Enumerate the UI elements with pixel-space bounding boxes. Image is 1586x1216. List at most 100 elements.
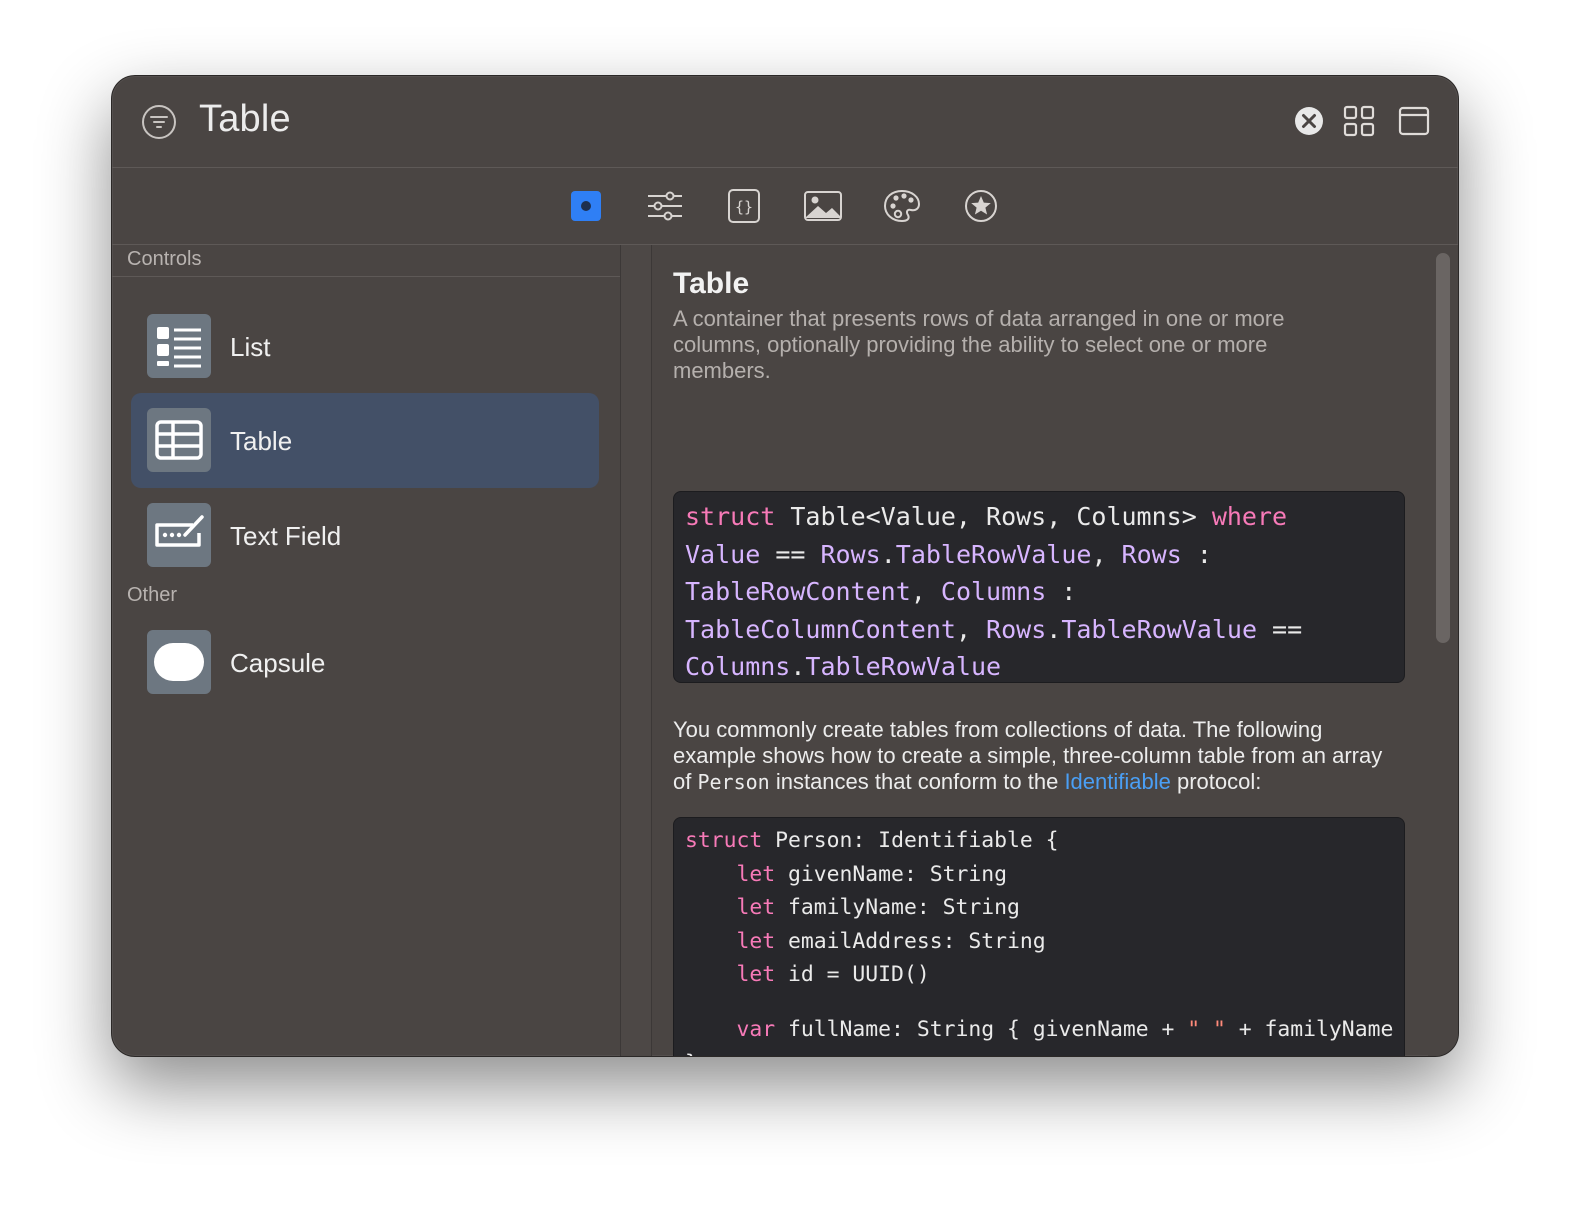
code-token: let — [736, 928, 776, 954]
table-icon — [147, 408, 211, 472]
code-token: Person: Identifiable { — [762, 828, 1059, 853]
code-line: let emailAddress: String — [685, 925, 1393, 959]
inline-code: Person — [697, 770, 770, 794]
code-line: Value == Rows.TableRowValue, Rows : — [685, 536, 1393, 574]
code-token: TableColumnContent — [685, 614, 956, 644]
code-token: TableRowValue — [805, 652, 1002, 682]
code-line: struct Table<Value, Rows, Columns> where — [685, 498, 1393, 536]
sidebar-item-label: Text Field — [230, 521, 342, 551]
code-token: . — [880, 539, 896, 569]
code-token: Table<Value, Rows, Columns> — [775, 502, 1212, 531]
detail-pane: Table A container that presents rows of … — [652, 245, 1458, 1056]
code-token: let — [736, 895, 776, 921]
code-line: } — [685, 1047, 1393, 1056]
palette-icon[interactable] — [881, 186, 923, 226]
section-title-controls: Controls — [127, 248, 202, 270]
code-line: let id = UUID() — [685, 958, 1393, 992]
identifiable-link[interactable]: Identifiable — [1064, 769, 1170, 794]
code-token: , — [910, 577, 941, 607]
title-bar: Table — [112, 76, 1458, 168]
code-token: Rows — [1121, 539, 1182, 569]
code-token: TableRowContent — [685, 577, 911, 607]
window-title: Table — [199, 98, 291, 140]
code-token: Value — [685, 539, 761, 569]
curly-braces-icon[interactable]: {} — [723, 186, 765, 226]
sidebar-item-label: List — [230, 332, 271, 362]
code-token: id = UUID() — [775, 962, 930, 988]
list-icon — [147, 314, 211, 378]
code-token: familyName: String — [775, 895, 1020, 921]
code-token: } — [685, 1051, 698, 1056]
body-text: instances that conform to the — [769, 769, 1065, 794]
code-token: Rows — [986, 614, 1047, 644]
example-code-block: struct Person: Identifiable { let givenN… — [673, 817, 1405, 1056]
code-token: emailAddress: String — [775, 928, 1046, 954]
code-line: var fullName: String { givenName + " " +… — [685, 1013, 1394, 1047]
textfield-icon — [147, 503, 211, 567]
code-token: == — [1257, 614, 1303, 644]
star-circle-icon[interactable] — [960, 186, 1002, 226]
sidebar-item-capsule[interactable]: Capsule — [131, 615, 599, 710]
sidebar-item-label: Table — [230, 426, 293, 456]
code-token: " " — [1187, 1017, 1226, 1043]
section-divider — [112, 276, 620, 277]
code-token: struct — [685, 502, 776, 531]
code-token: var — [736, 1017, 776, 1043]
code-token: struct — [685, 828, 763, 853]
sidebar-item-list[interactable]: List — [131, 299, 599, 394]
sidebar-item-table[interactable]: Table — [131, 393, 599, 488]
code-line: Columns.TableRowValue — [685, 648, 1393, 682]
code-token: : — [1046, 577, 1077, 607]
scrollbar[interactable] — [1428, 245, 1458, 1056]
code-token: Columns — [940, 577, 1047, 607]
svg-text:{}: {} — [735, 198, 753, 216]
code-token: givenName: String — [775, 861, 1007, 887]
code-token: , — [955, 614, 987, 644]
code-token: , — [1091, 539, 1122, 569]
doc-title: Table — [673, 267, 750, 300]
code-line: let familyName: String — [685, 891, 1393, 925]
code-token: == — [760, 539, 821, 569]
code-line: let givenName: String — [685, 858, 1393, 892]
code-line: TableRowContent, Columns : — [685, 573, 1393, 611]
code-token: fullName: String { givenName + — [775, 1017, 1188, 1043]
doc-abstract: A container that presents rows of data a… — [673, 306, 1285, 383]
body-text: protocol: — [1170, 769, 1262, 794]
sidebar-item-label: Capsule — [230, 648, 326, 678]
scrollbar-thumb[interactable] — [1436, 253, 1450, 643]
grid-view-icon[interactable] — [1342, 104, 1376, 138]
code-token: let — [736, 962, 776, 988]
code-token: TableRowValue — [1061, 614, 1257, 644]
declaration-code-block: struct Table<Value, Rows, Columns> where… — [673, 491, 1405, 683]
photo-icon[interactable] — [802, 186, 844, 226]
sidebar-item-text-field[interactable]: Text Field — [131, 488, 599, 583]
code-token: . — [1046, 614, 1062, 644]
section-title-other: Other — [127, 584, 178, 606]
code-token: where — [1211, 502, 1288, 531]
doc-body-text: You commonly create tables from collecti… — [673, 717, 1393, 795]
code-token: . — [790, 652, 806, 682]
app-window: Table {} Controls List Table Text Field … — [111, 75, 1459, 1057]
code-line: struct Person: Identifiable { — [685, 824, 1393, 858]
code-token: Rows — [820, 539, 881, 569]
code-token: + familyName } — [1225, 1017, 1405, 1043]
toolbar: {} — [112, 168, 1458, 245]
filter-icon[interactable] — [141, 104, 177, 140]
code-token: TableRowValue — [895, 539, 1092, 569]
clear-icon[interactable] — [1292, 104, 1326, 138]
window-layout-icon[interactable] — [1398, 104, 1430, 138]
sidebar: Controls List Table Text Field Other Cap… — [112, 245, 621, 1056]
code-token: Columns — [685, 652, 791, 682]
code-line: TableColumnContent, Rows.TableRowValue =… — [685, 611, 1393, 649]
capsule-icon — [147, 630, 211, 694]
code-token: let — [736, 861, 776, 887]
record-dot-icon[interactable] — [565, 186, 607, 226]
split-view-divider[interactable] — [621, 245, 652, 1056]
sliders-icon[interactable] — [644, 186, 686, 226]
